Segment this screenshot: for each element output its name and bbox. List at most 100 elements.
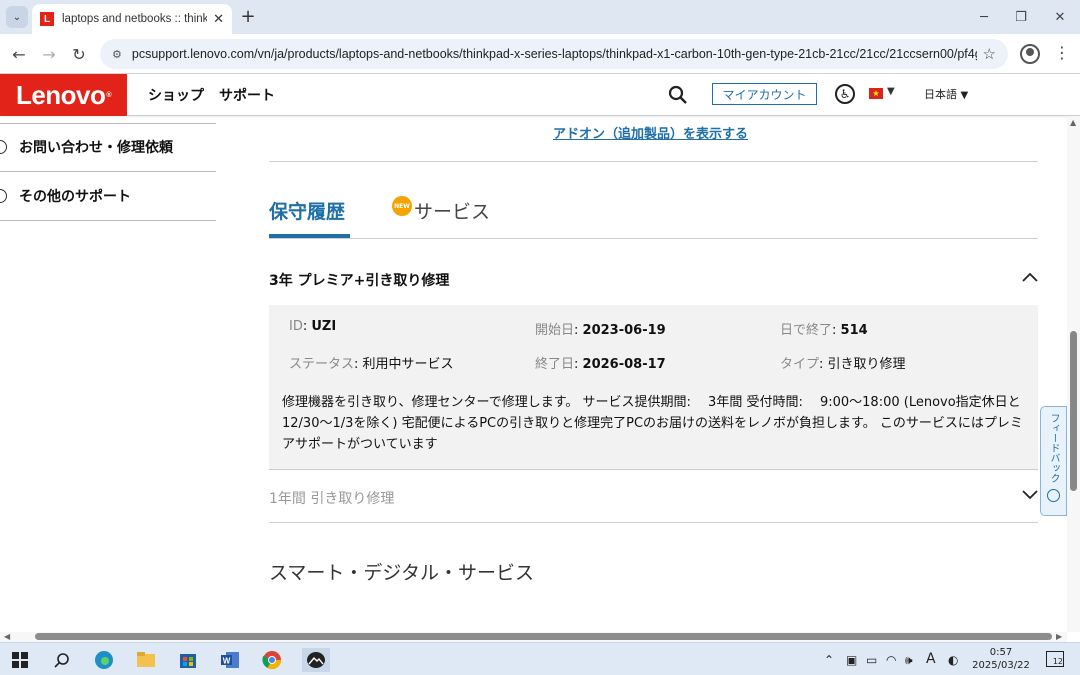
field-value: 利用中サービス [362,357,454,372]
url-text: pcsupport.lenovo.com/vn/ja/products/lapt… [131,47,977,61]
warranty-title[interactable]: 3年 プレミア+引き取り修理 [269,270,449,290]
feedback-label: フィードバック [1048,413,1059,483]
svg-text:W: W [223,657,231,666]
notifications-icon[interactable]: 12 [1046,651,1064,667]
minimize-icon[interactable]: ─ [970,6,998,28]
close-window-icon[interactable]: ✕ [1046,6,1074,28]
forward-icon[interactable]: → [38,43,60,65]
warranty-description: 修理機器を引き取り、修理センターで修理します。 サービス提供期間: 3年間 受付… [282,395,1023,452]
tab-search-chevron-icon[interactable]: ⌄ [6,6,28,28]
site-header: Lenovo ® ショップ サポート マイアカウント ♿ ★ ▼ 日本語 ▼ [0,74,1080,116]
horizontal-scrollbar[interactable]: ◀ ▶ [0,632,1067,642]
field-value: 引き取り修理 [827,357,906,372]
headset-icon [0,140,7,154]
warranty-type: タイプ: 引き取り修理 [780,357,906,372]
search-icon[interactable] [50,648,74,672]
word-icon[interactable]: W [218,648,242,672]
field-label: 日で終了 [780,323,833,338]
field-value: 2023-06-19 [582,323,666,338]
close-tab-icon[interactable]: ✕ [213,11,224,27]
browser-tab-strip: ⌄ L laptops and netbooks :: thinkpa ✕ + … [0,0,1080,34]
country-dropdown-caret-icon[interactable]: ▼ [887,86,895,97]
vietnam-flag-icon[interactable]: ★ [869,88,883,99]
bookmark-star-icon[interactable]: ☆ [983,45,996,63]
taskbar-clock[interactable]: 0:57 2025/03/22 [968,646,1034,672]
field-label: ステータス [289,357,355,372]
restore-icon[interactable]: ❐ [1007,6,1035,28]
notification-count: 12 [1052,657,1063,666]
section-divider [269,161,1038,162]
browser-toolbar: ← → ↻ ⚙ pcsupport.lenovo.com/vn/ja/produ… [0,34,1080,74]
browser-menu-icon[interactable]: ⋮ [1054,43,1070,62]
language-select[interactable]: 日本語 ▼ [924,86,968,102]
logo-text: Lenovo [15,79,106,110]
field-value: 2026-08-17 [582,357,666,372]
sidebar-divider [0,220,216,221]
search-icon[interactable] [668,85,688,105]
field-label: タイプ [780,357,820,372]
vertical-scroll-thumb[interactable] [1070,331,1077,491]
clock-date: 2025/03/22 [972,660,1030,671]
nav-support[interactable]: サポート [219,85,275,105]
site-info-icon[interactable]: ⚙ [112,48,122,61]
field-label: 終了日 [535,357,575,372]
sidebar-item-contact-repair[interactable]: お問い合わせ・修理依頼 [0,137,173,157]
field-value: 514 [840,323,868,338]
accessibility-icon[interactable]: ♿ [835,84,855,104]
address-bar[interactable]: ⚙ pcsupport.lenovo.com/vn/ja/products/la… [100,39,1008,69]
sidebar-divider [0,171,216,172]
field-label: 開始日 [535,323,575,338]
new-badge: NEW [392,196,412,216]
lenovo-logo[interactable]: Lenovo ® [0,74,127,116]
scroll-left-icon[interactable]: ◀ [4,632,10,641]
edge-icon[interactable] [92,648,116,672]
reload-icon[interactable]: ↻ [68,43,90,65]
profile-icon[interactable] [1020,44,1040,64]
tab-services[interactable]: サービス [414,197,490,224]
warranty-start-date: 開始日: 2023-06-19 [535,323,666,338]
ime-indicator[interactable]: A [926,651,936,667]
store-icon[interactable] [176,648,200,672]
vertical-scrollbar[interactable]: ▲ [1067,116,1080,632]
info-icon [0,189,7,203]
field-value: UZI [311,319,337,334]
warranty-details-panel: ID: UZI 開始日: 2023-06-19 日で終了: 514 ステータス:… [269,305,1038,469]
file-explorer-icon[interactable] [134,648,158,672]
warranty-end-date: 終了日: 2026-08-17 [535,357,666,372]
chrome-icon[interactable] [260,648,284,672]
windows-start-icon[interactable] [8,648,32,672]
windows-taskbar: W ⌃ ▣ ▭ ◠ 🕪 A ◐ 0:57 2025/03/22 12 [0,642,1080,675]
tray-expand-icon[interactable]: ⌃ [824,653,834,667]
chevron-up-icon[interactable] [1021,270,1039,284]
tabs-divider [269,238,1038,239]
warranty-days-remaining: 日で終了: 514 [780,323,868,338]
battery-icon[interactable]: ▭ [866,653,877,667]
language-label: 日本語 [924,88,957,101]
horizontal-scroll-thumb[interactable] [35,633,1052,640]
new-tab-button[interactable]: + [238,6,258,27]
my-account-button[interactable]: マイアカウント [712,83,817,105]
warranty-title-collapsed[interactable]: 1年間 引き取り修理 [269,488,394,508]
browser-tab[interactable]: L laptops and netbooks :: thinkpa ✕ [32,4,232,34]
section-divider [269,522,1038,523]
tray-extra-icon[interactable]: ◐ [948,653,958,667]
lenovo-favicon: L [40,12,54,26]
tab-warranty-history[interactable]: 保守履歴 [269,197,345,224]
volume-icon[interactable]: 🕪 [905,653,913,668]
clock-time: 0:57 [989,647,1013,658]
tray-app-icon[interactable]: ▣ [846,653,857,667]
photos-app-icon[interactable] [302,648,330,672]
scroll-up-icon[interactable]: ▲ [1070,118,1076,127]
feedback-tab[interactable]: フィードバック [1040,406,1067,516]
sidebar-item-other-support[interactable]: その他のサポート [0,186,131,206]
wifi-icon[interactable]: ◠ [886,653,896,667]
sidebar-item-label: その他のサポート [19,189,131,205]
scroll-right-icon[interactable]: ▶ [1056,632,1062,641]
chevron-down-icon[interactable] [1021,488,1039,502]
show-addons-link[interactable]: アドオン（追加製品）を表示する [553,123,748,142]
back-icon[interactable]: ← [8,43,30,65]
smart-digital-services-heading: スマート・デジタル・サービス [269,562,535,584]
sidebar-divider [0,123,216,124]
smiley-icon [1047,489,1060,502]
nav-shop[interactable]: ショップ [148,85,204,105]
